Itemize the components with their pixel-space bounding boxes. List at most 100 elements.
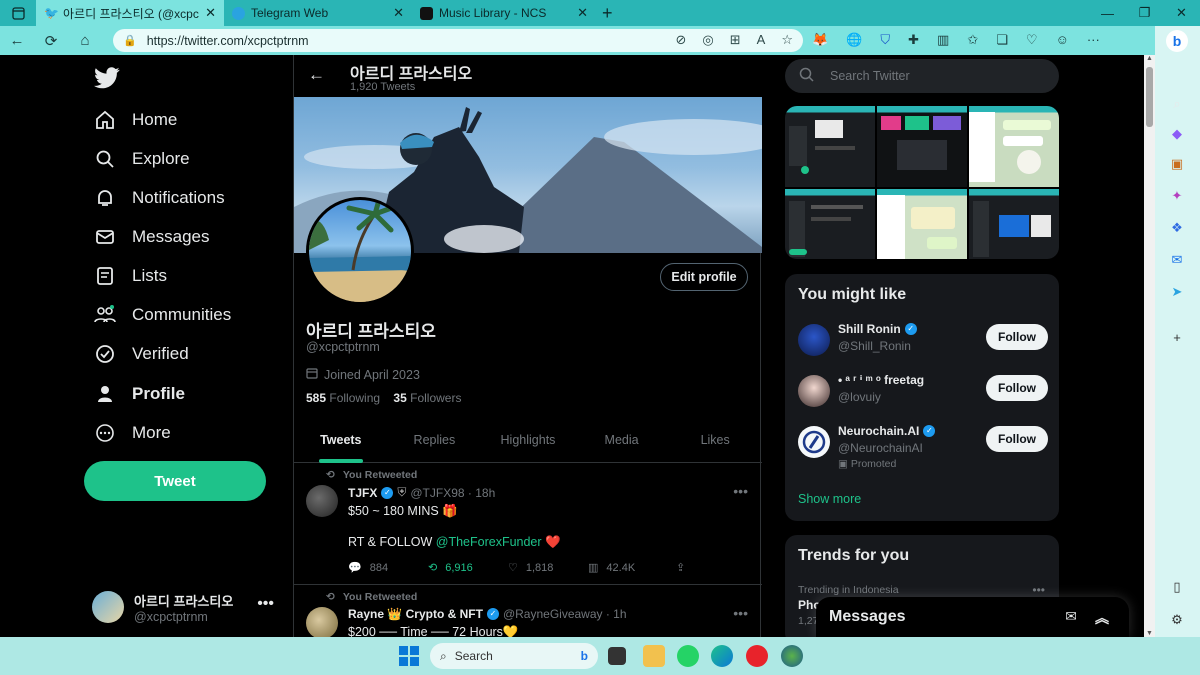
- nav-more[interactable]: More: [94, 422, 171, 444]
- tab-media[interactable]: Media: [575, 419, 669, 462]
- maximize-button[interactable]: ❐: [1126, 0, 1163, 26]
- browser-tab-ncs[interactable]: Music Library - NCS ✕: [412, 0, 596, 26]
- mention-link[interactable]: @TheForexFunder: [436, 535, 542, 549]
- back-arrow-icon[interactable]: ←: [308, 65, 325, 85]
- search-input[interactable]: Search Twitter: [785, 59, 1059, 93]
- new-tab-button[interactable]: +: [596, 0, 619, 26]
- add-sidebar-icon[interactable]: +: [1169, 330, 1185, 346]
- avatar[interactable]: [306, 607, 338, 637]
- tab-replies[interactable]: Replies: [388, 419, 482, 462]
- home-browser-icon[interactable]: ⌂: [68, 32, 102, 49]
- tab-likes[interactable]: Likes: [668, 419, 762, 462]
- suggestion-item[interactable]: Neurochain.AI ✓ @NeurochainAI ▣ Promoted …: [798, 422, 1048, 472]
- tweet-more-icon[interactable]: •••: [733, 605, 748, 621]
- browser-tab-twitter[interactable]: 🐦 아르디 프라스티오 (@xcpctptrnm ✕: [36, 0, 224, 26]
- twitter-logo-icon[interactable]: [94, 67, 120, 89]
- following-link[interactable]: 585 Following: [306, 391, 380, 405]
- page-scrollbar[interactable]: ▲ ▼: [1144, 55, 1155, 637]
- suggestion-item[interactable]: • ᵃ ʳ ⁱ ᵐ ᵒ freetag @lovuiy Follow: [798, 371, 1048, 411]
- search-sidebar-icon[interactable]: ⌕: [1169, 96, 1185, 112]
- scroll-down-icon[interactable]: ▼: [1144, 630, 1155, 637]
- read-aloud-icon[interactable]: A: [757, 32, 766, 48]
- extensions-puzzle-icon[interactable]: ✚: [908, 32, 919, 48]
- close-window-button[interactable]: ✕: [1163, 0, 1200, 26]
- favorite-star-icon[interactable]: ☆: [781, 32, 793, 48]
- browser-tab-telegram[interactable]: Telegram Web ✕: [224, 0, 412, 26]
- reply-button[interactable]: 💬 884: [348, 561, 428, 575]
- trend-more-icon[interactable]: •••: [1032, 583, 1045, 597]
- profile-avatar[interactable]: [306, 197, 414, 305]
- follow-button[interactable]: Follow: [986, 324, 1048, 350]
- refresh-icon[interactable]: ⟳: [34, 32, 68, 50]
- metamask-icon[interactable]: 🦊: [812, 32, 828, 48]
- performance-icon[interactable]: ♡: [1026, 32, 1038, 48]
- collections-icon[interactable]: ❏: [996, 32, 1008, 48]
- copilot-icon[interactable]: ❖: [1169, 220, 1185, 236]
- file-explorer-icon[interactable]: [643, 645, 665, 667]
- profile-avatar-icon[interactable]: ☺: [1056, 32, 1069, 48]
- like-button[interactable]: ♡ 1,818: [508, 561, 588, 575]
- opera-icon[interactable]: [746, 645, 768, 667]
- edge-icon[interactable]: [711, 645, 733, 667]
- edit-profile-button[interactable]: Edit profile: [660, 263, 748, 291]
- views-button[interactable]: ▥ 42.4K: [588, 561, 676, 575]
- location-icon[interactable]: ◎: [702, 32, 713, 48]
- tweet-item[interactable]: ⟲ You Retweeted TJFX ✓ ⛨ @TJFX98 · 18h •…: [294, 463, 762, 585]
- account-more-icon[interactable]: •••: [257, 595, 274, 613]
- lock-icon[interactable]: 🔒: [123, 34, 137, 47]
- tweet-author-name[interactable]: Rayne 👑 Crypto & NFT: [348, 607, 483, 621]
- apps-icon[interactable]: ⊞: [730, 32, 741, 48]
- task-view-icon[interactable]: [608, 647, 626, 665]
- tab-close-icon[interactable]: ✕: [393, 5, 404, 21]
- expand-up-icon[interactable]: ︽: [1095, 608, 1109, 628]
- nav-home[interactable]: Home: [94, 109, 177, 131]
- media-thumbnail[interactable]: [969, 189, 1059, 259]
- tweet-item[interactable]: ⟲ You Retweeted Rayne 👑 Crypto & NFT ✓ @…: [294, 585, 762, 637]
- sidebar-settings-icon[interactable]: ⚙: [1169, 612, 1185, 628]
- telegram-send-icon[interactable]: ➤: [1169, 284, 1185, 300]
- tag-icon[interactable]: ◆: [1169, 126, 1185, 142]
- tweet-author-handle[interactable]: @TJFX98 · 18h: [410, 486, 495, 500]
- shield-icon[interactable]: ⛉: [880, 32, 890, 48]
- tweet-author-handle[interactable]: @RayneGiveaway · 1h: [503, 607, 627, 621]
- bing-copilot-icon[interactable]: b: [1166, 30, 1188, 52]
- outlook-icon[interactable]: ✉: [1169, 252, 1185, 268]
- favorites-icon[interactable]: ✩: [967, 32, 978, 48]
- windows-start-icon[interactable]: [399, 646, 419, 666]
- tab-actions-icon[interactable]: [0, 0, 36, 26]
- tab-close-icon[interactable]: ✕: [205, 5, 216, 21]
- tools-icon[interactable]: ▣: [1169, 156, 1185, 172]
- media-thumbnail[interactable]: [877, 189, 967, 259]
- globe-app-icon[interactable]: [781, 645, 803, 667]
- account-switcher[interactable]: 아르디 프라스티오 @xcpctptrnm •••: [92, 585, 288, 629]
- media-thumbnail[interactable]: [785, 106, 875, 187]
- avatar[interactable]: [306, 485, 338, 517]
- nav-profile[interactable]: Profile: [94, 383, 185, 405]
- retweet-button[interactable]: ⟲ 6,916: [428, 561, 508, 575]
- split-screen-icon[interactable]: ▥: [937, 32, 949, 48]
- follow-button[interactable]: Follow: [986, 375, 1048, 401]
- whatsapp-icon[interactable]: [677, 645, 699, 667]
- settings-more-icon[interactable]: ···: [1087, 32, 1100, 48]
- address-bar[interactable]: 🔒 https://twitter.com/xcpctptrnm ⊘ ◎ ⊞ A…: [113, 29, 803, 52]
- tab-close-icon[interactable]: ✕: [577, 5, 588, 21]
- media-thumbnail[interactable]: [877, 106, 967, 187]
- nav-verified[interactable]: Verified: [94, 343, 189, 365]
- follow-button[interactable]: Follow: [986, 426, 1048, 452]
- tweet-more-icon[interactable]: •••: [733, 483, 748, 499]
- suggestion-item[interactable]: Shill Ronin ✓ @Shill_Ronin Follow: [798, 320, 1048, 360]
- nav-lists[interactable]: Lists: [94, 265, 167, 287]
- tweet-author-name[interactable]: TJFX: [348, 486, 377, 500]
- share-button[interactable]: ⇪: [676, 561, 685, 574]
- tweet-button[interactable]: Tweet: [84, 461, 266, 501]
- media-thumbnail[interactable]: [785, 189, 875, 259]
- minimize-button[interactable]: —: [1089, 0, 1126, 26]
- nav-messages[interactable]: Messages: [94, 226, 209, 248]
- nav-communities[interactable]: Communities: [94, 304, 231, 326]
- tab-highlights[interactable]: Highlights: [481, 419, 575, 462]
- games-icon[interactable]: ✦: [1169, 188, 1185, 204]
- followers-link[interactable]: 35 Followers: [393, 391, 461, 405]
- scrollbar-thumb[interactable]: [1146, 67, 1153, 127]
- extension-globe-icon[interactable]: 🌐: [846, 32, 862, 48]
- sidebar-layout-icon[interactable]: ▯: [1169, 579, 1185, 595]
